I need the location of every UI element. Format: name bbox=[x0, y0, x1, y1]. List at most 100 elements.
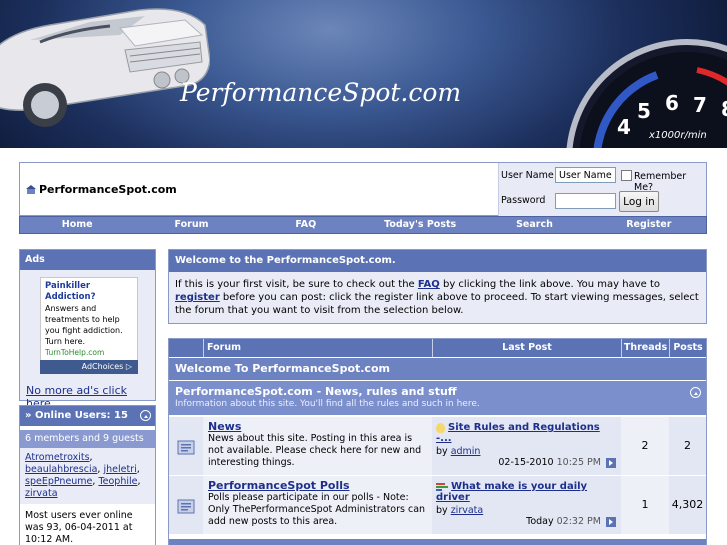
forum-description: Polls please participate in our polls - … bbox=[208, 492, 426, 527]
site-banner: PerformanceSpot.com 4 5 6 7 8 x1000r/min bbox=[0, 0, 727, 148]
online-users-panel: » Online Users: 15 6 members and 9 guest… bbox=[19, 405, 156, 545]
remember-me-checkbox[interactable] bbox=[621, 170, 632, 181]
forum-table: Forum Last Post Threads Posts Welcome To… bbox=[168, 338, 707, 545]
ads-panel: Ads Painkiller Addiction? Answers and tr… bbox=[19, 249, 156, 410]
poll-icon bbox=[436, 482, 448, 491]
forum-status-icon bbox=[177, 499, 195, 514]
forum-title-link[interactable]: PerformanceSpot Polls bbox=[208, 480, 427, 492]
last-post-datetime: 02-15-2010 10:25 PM bbox=[498, 457, 616, 468]
forum-info-cell: News News about this site. Posting in th… bbox=[203, 417, 432, 475]
nav-todays-posts[interactable]: Today's Posts bbox=[363, 217, 477, 233]
collapse-icon[interactable] bbox=[140, 410, 151, 421]
nav-forum[interactable]: Forum bbox=[134, 217, 248, 233]
online-users-heading: » Online Users: 15 bbox=[20, 406, 155, 426]
login-form: User Name Remember Me? Password Log in bbox=[498, 163, 706, 217]
ad-choices-icon: ▷ bbox=[125, 362, 132, 371]
collapse-icon[interactable] bbox=[690, 387, 701, 398]
last-post-time: 02:32 PM bbox=[556, 516, 601, 527]
forum-status-cell bbox=[169, 476, 203, 534]
remember-me-label: Remember Me? bbox=[634, 171, 687, 193]
welcome-heading: Welcome to the PerformanceSpot.com. bbox=[169, 250, 706, 272]
tachometer-gauge: 4 5 6 7 8 x1000r/min bbox=[566, 39, 727, 148]
last-post-datetime: Today 02:32 PM bbox=[526, 516, 616, 527]
most-users-online: Most users ever online was 93, 06-04-201… bbox=[25, 510, 133, 545]
forum-subcategory[interactable]: PerformanceSpot.com - News, rules and st… bbox=[169, 381, 706, 415]
forum-status-icon bbox=[177, 440, 195, 455]
threads-count: 1 bbox=[621, 476, 669, 534]
ads-heading: Ads bbox=[20, 250, 155, 270]
last-post-title-link[interactable]: Site Rules and Regulations -... bbox=[436, 422, 600, 444]
password-label: Password bbox=[501, 195, 546, 206]
last-post-time: 10:25 PM bbox=[556, 457, 601, 468]
banner-logo-text: PerformanceSpot.com bbox=[180, 78, 462, 107]
faq-link[interactable]: FAQ bbox=[418, 279, 440, 290]
member-link[interactable]: Atrometroxits bbox=[25, 452, 90, 463]
last-post-date: Today bbox=[526, 516, 554, 527]
next-category-bar[interactable] bbox=[169, 539, 706, 545]
site-name: PerformanceSpot.com bbox=[39, 183, 177, 196]
last-post-by-label: by bbox=[436, 505, 448, 516]
ad-choices-button[interactable]: AdChoices ▷ bbox=[40, 360, 138, 374]
welcome-body: If this is your first visit, be sure to … bbox=[169, 272, 706, 323]
column-forum: Forum bbox=[203, 339, 432, 357]
nav-faq[interactable]: FAQ bbox=[249, 217, 363, 233]
main-navbar: Home Forum FAQ Today's Posts Search Regi… bbox=[19, 216, 707, 234]
forum-category[interactable]: Welcome To PerformanceSpot.com bbox=[169, 358, 706, 380]
ad-text: Answers and treatments to help you fight… bbox=[45, 304, 123, 346]
welcome-text-2: by clicking the link above. You may have… bbox=[439, 279, 661, 290]
gauge-number-8: 8 bbox=[721, 97, 727, 121]
password-input[interactable] bbox=[555, 193, 616, 209]
nav-search[interactable]: Search bbox=[477, 217, 591, 233]
column-threads: Threads bbox=[621, 339, 669, 357]
forum-description: News about this site. Posting in this ar… bbox=[208, 433, 422, 468]
gauge-number-5: 5 bbox=[637, 99, 651, 123]
gauge-number-7: 7 bbox=[693, 93, 707, 117]
member-link[interactable]: beaulahbrescia bbox=[25, 464, 97, 475]
gauge-number-4: 4 bbox=[617, 115, 631, 139]
last-post-title-link[interactable]: What make is your daily driver bbox=[436, 481, 587, 503]
lightbulb-icon bbox=[436, 422, 445, 433]
go-to-last-post-icon[interactable] bbox=[606, 457, 616, 468]
subcategory-desc: Information about this site. You'll find… bbox=[175, 399, 480, 409]
register-link[interactable]: register bbox=[175, 292, 220, 303]
username-label: User Name bbox=[501, 170, 554, 181]
forum-table-header: Forum Last Post Threads Posts bbox=[169, 339, 706, 357]
last-post-by-label: by bbox=[436, 446, 448, 457]
ad-choices-label: AdChoices bbox=[81, 362, 124, 371]
nav-register[interactable]: Register bbox=[592, 217, 706, 233]
threads-count: 2 bbox=[621, 417, 669, 475]
subcategory-title[interactable]: PerformanceSpot.com - News, rules and st… bbox=[175, 385, 700, 398]
welcome-text-3: before you can post: click the register … bbox=[175, 292, 699, 316]
member-link[interactable]: zirvata bbox=[25, 488, 58, 499]
home-icon bbox=[26, 185, 36, 194]
posts-count: 2 bbox=[669, 417, 706, 475]
go-to-last-post-icon[interactable] bbox=[606, 516, 616, 527]
ad-title[interactable]: Painkiller Addiction? bbox=[45, 281, 133, 303]
member-link[interactable]: speEpPneume bbox=[25, 476, 92, 487]
online-users-title: » Online Users: 15 bbox=[25, 410, 128, 421]
online-users-count: 6 members and 9 guests bbox=[20, 430, 155, 448]
forum-row: PerformanceSpot Polls Polls please parti… bbox=[169, 475, 706, 534]
gauge-unit: x1000r/min bbox=[648, 130, 707, 141]
last-post-author-link[interactable]: admin bbox=[451, 446, 481, 457]
forum-title-link[interactable]: News bbox=[208, 421, 427, 433]
ad-url[interactable]: TurnToHelp.com bbox=[45, 347, 133, 358]
welcome-panel: Welcome to the PerformanceSpot.com. If t… bbox=[168, 249, 707, 324]
nav-home[interactable]: Home bbox=[20, 217, 134, 233]
column-last-post: Last Post bbox=[432, 339, 621, 357]
username-input[interactable] bbox=[555, 167, 616, 183]
last-post-cell: What make is your daily driver by zirvat… bbox=[432, 476, 621, 534]
login-button[interactable]: Log in bbox=[619, 191, 659, 212]
last-post-date: 02-15-2010 bbox=[498, 457, 554, 468]
online-members-list: Atrometroxits, beaulahbrescia, jheletri,… bbox=[20, 448, 155, 504]
last-post-author-link[interactable]: zirvata bbox=[451, 505, 484, 516]
site-breadcrumb[interactable]: PerformanceSpot.com bbox=[26, 183, 177, 196]
member-link[interactable]: jheletri bbox=[103, 464, 136, 475]
car-illustration bbox=[0, 8, 210, 127]
last-post-cell: Site Rules and Regulations -... by admin… bbox=[432, 417, 621, 475]
member-link[interactable]: Teophile bbox=[98, 476, 137, 487]
welcome-text-1: If this is your first visit, be sure to … bbox=[175, 279, 418, 290]
forum-row: News News about this site. Posting in th… bbox=[169, 416, 706, 475]
posts-count: 4,302 bbox=[669, 476, 706, 534]
forum-status-cell bbox=[169, 417, 203, 475]
